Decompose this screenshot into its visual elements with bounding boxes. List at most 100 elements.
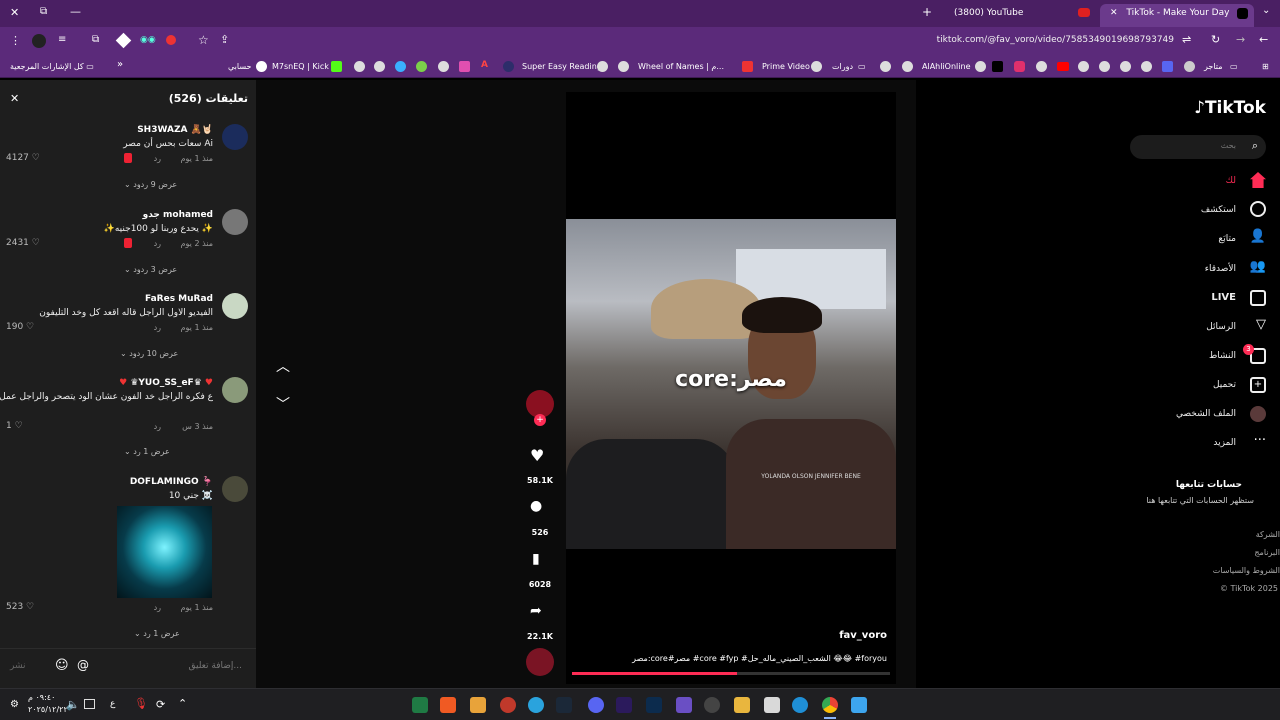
close-window-icon[interactable]: ✕ <box>10 6 19 19</box>
store-icon[interactable] <box>764 697 780 713</box>
view-replies-button[interactable]: ⌄ عرض 1 رد <box>134 629 180 638</box>
extension-icon[interactable]: ≡ <box>58 34 66 45</box>
ext-glasses-icon[interactable]: ◉◉ <box>140 35 156 45</box>
folder-icon[interactable]: ▭ <box>858 61 866 73</box>
bookmark-courses[interactable]: دورات <box>832 61 853 73</box>
puzzle-icon[interactable]: ⧉ <box>92 34 99 45</box>
app-red-icon[interactable] <box>500 697 516 713</box>
reply-button[interactable]: رد <box>154 239 161 248</box>
view-replies-button[interactable]: ⌄ عرض 1 رد <box>124 447 170 456</box>
steam-icon[interactable] <box>556 697 572 713</box>
like-comment-button[interactable]: 4127 ♡ <box>6 153 40 163</box>
nav-for-you[interactable]: لك <box>1226 176 1236 186</box>
clock-time[interactable]: ٠٩:٤٠ م <box>28 693 55 702</box>
search-icon[interactable]: ⌕ <box>1252 139 1258 153</box>
edge-icon[interactable] <box>792 697 808 713</box>
share-arrow-icon[interactable]: ➦ <box>530 603 542 619</box>
avatar[interactable] <box>222 377 248 403</box>
nav-friends[interactable]: الأصدقاء <box>1205 264 1236 274</box>
bookmark-prime[interactable]: Prime Video <box>762 61 810 73</box>
follow-plus-icon[interactable]: + <box>534 414 546 426</box>
avatar[interactable] <box>222 293 248 319</box>
app-purple-icon[interactable] <box>676 697 692 713</box>
reply-button[interactable]: رد <box>154 323 161 332</box>
bookmark-stores[interactable]: متاجر <box>1204 61 1223 73</box>
sync-icon[interactable]: ⟳ <box>156 698 165 711</box>
compass-icon[interactable] <box>1250 201 1266 217</box>
clock-date[interactable]: ٢٠٢٥/١٢/٢٢ <box>28 705 68 714</box>
next-video-icon[interactable]: ﹀ <box>276 394 290 414</box>
nav-profile[interactable]: الملف الشخصي <box>1176 409 1236 419</box>
app-a-icon[interactable] <box>470 697 486 713</box>
bookmark-icon[interactable]: ▮ <box>532 551 540 567</box>
search-input[interactable]: بحث ⌕ <box>1130 135 1266 159</box>
comment-user[interactable]: جدو mohamed <box>143 210 213 220</box>
nav-more[interactable]: المزيد <box>1213 438 1236 448</box>
tab-tiktok[interactable]: ✕ TikTok - Make Your Day <box>1100 4 1254 27</box>
mention-icon[interactable]: @ <box>77 658 89 672</box>
brave-icon[interactable] <box>440 697 456 713</box>
previous-video-icon[interactable]: ︿ <box>276 356 290 376</box>
forward-icon[interactable]: → <box>1236 33 1245 46</box>
live-icon[interactable] <box>1250 290 1266 306</box>
nav-messages[interactable]: الرسائل <box>1206 322 1236 332</box>
comment-brain-image[interactable] <box>117 506 212 598</box>
bookmark-account[interactable]: حسابي <box>228 61 251 73</box>
battery-icon[interactable] <box>84 699 95 709</box>
view-replies-button[interactable]: ⌄ عرض 9 ردود <box>124 180 177 189</box>
ad-block-icon[interactable] <box>115 32 132 49</box>
like-comment-button[interactable]: 190 ♡ <box>6 322 34 332</box>
avatar[interactable] <box>222 124 248 150</box>
back-icon[interactable]: ← <box>1259 33 1268 46</box>
excel-icon[interactable] <box>412 697 428 713</box>
bookmark-kick[interactable]: M7snEQ | Kick <box>272 61 329 73</box>
profile-icon[interactable] <box>32 34 46 48</box>
like-heart-icon[interactable]: ♥ <box>530 446 544 465</box>
profile-avatar-icon[interactable] <box>1250 406 1266 422</box>
view-replies-button[interactable]: ⌄ عرض 10 ردود <box>120 349 178 358</box>
comment-user[interactable]: FaRes MuRad <box>145 294 213 304</box>
comment-input[interactable]: إضافة تعليق... <box>188 661 242 671</box>
like-comment-button[interactable]: 1 ♡ <box>6 421 23 431</box>
video-progress-track[interactable] <box>572 672 890 675</box>
more-dots-icon[interactable]: ··· <box>1254 433 1266 448</box>
premiere-icon[interactable] <box>616 697 632 713</box>
nav-upload[interactable]: تحميل <box>1213 380 1236 390</box>
send-icon[interactable]: ▽ <box>1256 317 1266 332</box>
photoshop-icon[interactable] <box>646 697 662 713</box>
tiktok-logo[interactable]: ♪TikTok <box>1194 98 1266 118</box>
footer-program[interactable]: البرنامج <box>1254 548 1280 557</box>
windows-start-icon[interactable] <box>851 697 867 713</box>
upload-plus-icon[interactable]: + <box>1250 377 1266 393</box>
bookmark-alahli[interactable]: AlAhliOnline <box>922 61 971 73</box>
bookmark-wheel[interactable]: Wheel of Names | م... <box>638 61 724 73</box>
share-icon[interactable]: ⇪ <box>220 33 229 46</box>
telegram-icon[interactable] <box>528 697 544 713</box>
avatar[interactable] <box>222 209 248 235</box>
volume-icon[interactable]: 🔈 <box>66 698 80 711</box>
site-info-icon[interactable]: ⇌ <box>1182 33 1191 46</box>
reply-button[interactable]: رد <box>154 154 161 163</box>
close-comments-icon[interactable]: ✕ <box>10 92 19 105</box>
app-circle-icon[interactable] <box>704 697 720 713</box>
avatar[interactable] <box>222 476 248 502</box>
view-replies-button[interactable]: ⌄ عرض 3 ردود <box>124 265 177 274</box>
video-frame[interactable]: core:مصر YOLANDA OLSON JENNIFER BENE <box>566 219 896 549</box>
home-icon[interactable] <box>1250 172 1266 188</box>
ext-red-icon[interactable] <box>166 35 176 45</box>
settings-gear-icon[interactable]: ⚙ <box>10 699 19 710</box>
music-disc-icon[interactable] <box>526 648 554 676</box>
url-field[interactable]: tiktok.com/@fav_voro/video/7585349019698… <box>937 35 1174 45</box>
nav-live[interactable]: LIVE <box>1211 292 1236 303</box>
nav-following[interactable]: متابَع <box>1218 234 1236 244</box>
restore-window-icon[interactable]: ⧉ <box>40 6 47 17</box>
new-tab-icon[interactable]: + <box>922 5 932 19</box>
tab-search-icon[interactable]: ⌄ <box>1262 5 1270 16</box>
bookmark-reading[interactable]: Super Easy Reading <box>522 61 602 73</box>
close-tab-icon[interactable]: ✕ <box>1110 8 1118 18</box>
video-player[interactable]: core:مصر YOLANDA OLSON JENNIFER BENE fav… <box>566 92 896 684</box>
footer-company[interactable]: الشركة <box>1256 530 1280 539</box>
bookmark-star-icon[interactable]: ☆ <box>198 33 209 47</box>
like-comment-button[interactable]: 523 ♡ <box>6 602 34 612</box>
nav-activity[interactable]: النشاط <box>1209 351 1236 361</box>
